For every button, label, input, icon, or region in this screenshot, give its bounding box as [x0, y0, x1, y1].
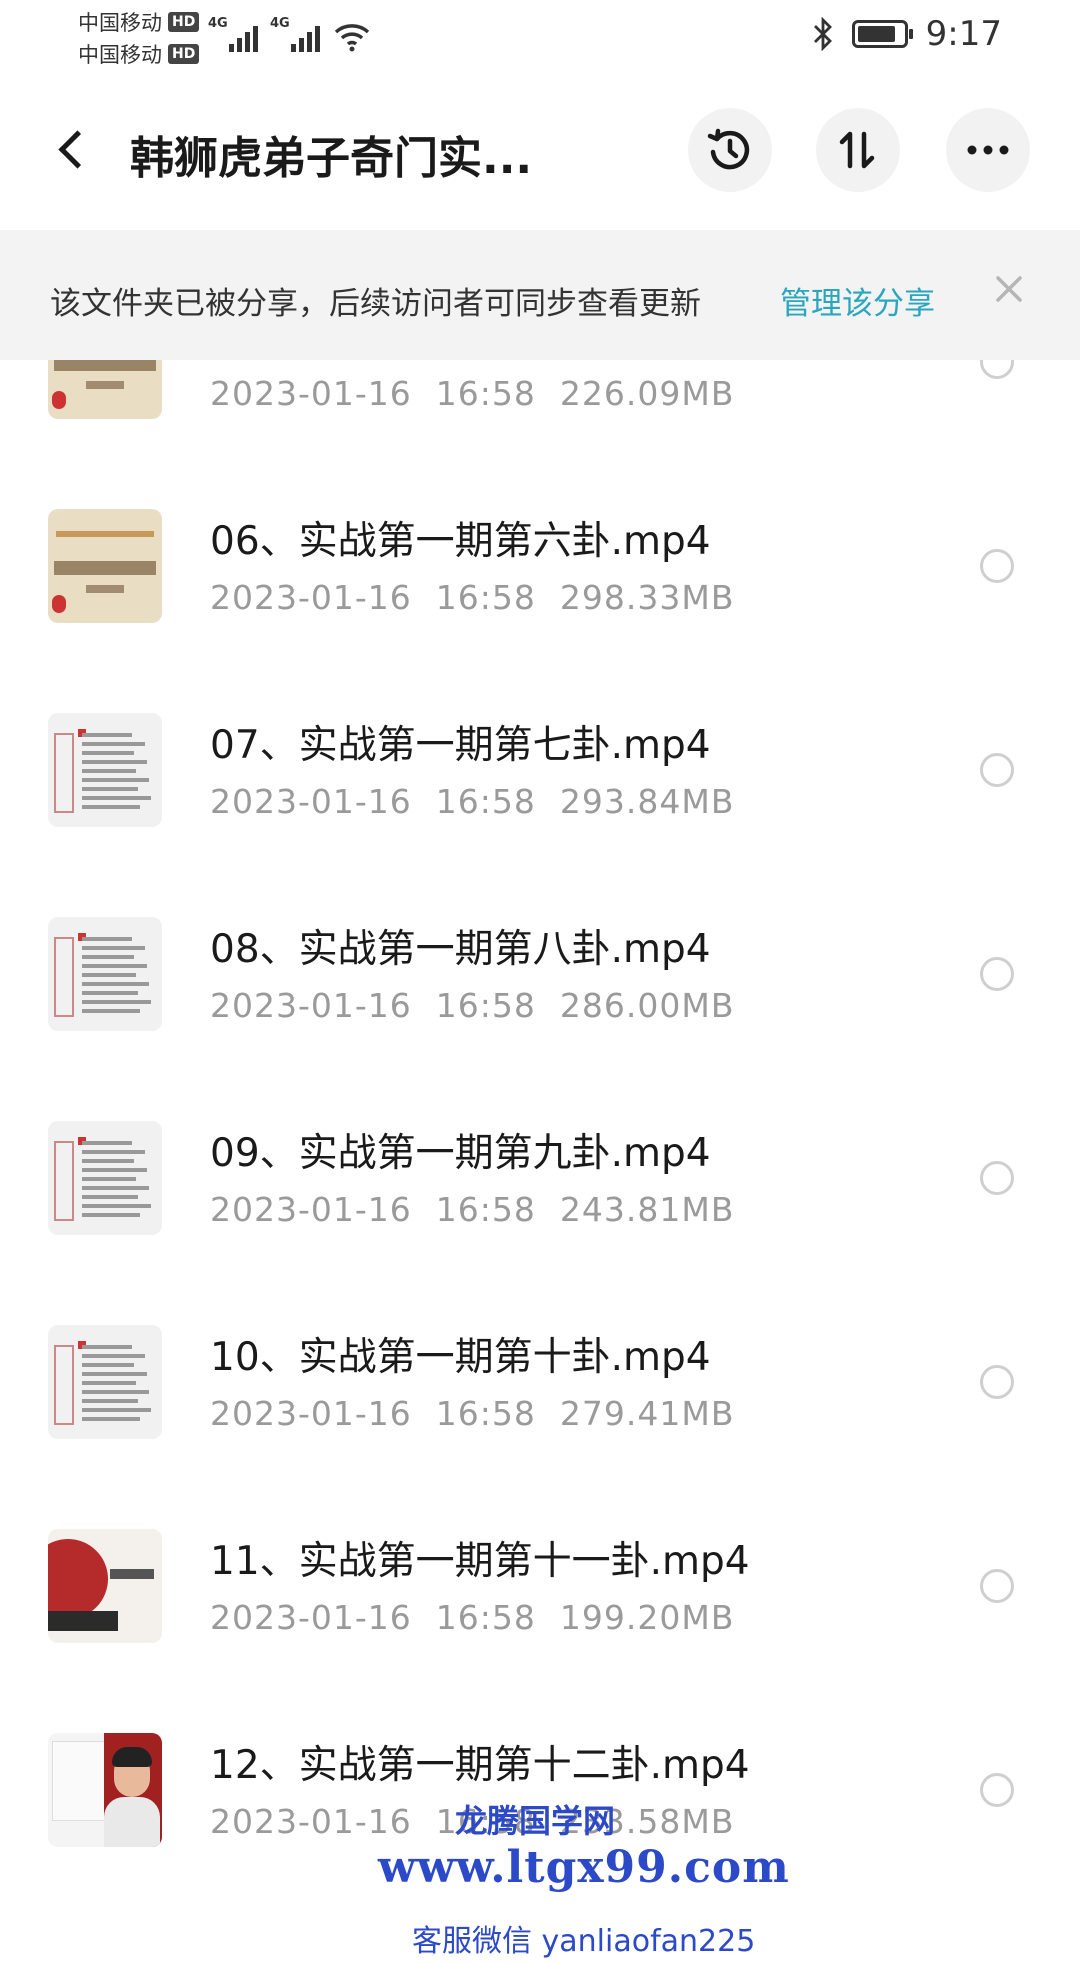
video-thumbnail	[48, 1325, 162, 1439]
file-list: 05、实战第一期第五卦.mp4 2023-01-16 16:58 226.09MB 06…	[0, 360, 1080, 1964]
file-row[interactable]: 06、实战第一期第六卦.mp4 2023-01-16 16:58 298.33MB	[0, 464, 1080, 668]
signal-indicators: 4G 4G	[208, 16, 372, 52]
select-radio[interactable]	[980, 360, 1014, 379]
file-time: 16:58	[435, 578, 536, 617]
file-size: 279.41MB	[559, 1394, 735, 1433]
video-thumbnail	[48, 360, 162, 419]
carrier-name: 中国移动	[78, 43, 162, 67]
file-name: 05、实战第一期第五卦.mp4	[210, 360, 711, 362]
watermark-site-name: 龙腾国学网	[455, 1802, 616, 1840]
video-thumbnail	[48, 917, 162, 1031]
more-icon	[967, 145, 1009, 155]
file-name: 08、实战第一期第八卦.mp4	[210, 927, 711, 972]
carrier-info: 中国移动 HD 中国移动 HD	[78, 6, 200, 70]
watermark: 龙腾国学网 www.ltgx99.com 客服微信 yanliaofan225	[0, 1790, 1080, 1964]
status-bar: 中国移动 HD 中国移动 HD 4G 4G 9:17	[0, 0, 1080, 72]
bluetooth-icon	[813, 17, 832, 51]
more-options-button[interactable]	[946, 108, 1030, 192]
file-size: 298.33MB	[559, 578, 735, 617]
video-thumbnail	[48, 1121, 162, 1235]
file-row[interactable]: 07、实战第一期第七卦.mp4 2023-01-16 16:58 293.84MB	[0, 668, 1080, 872]
file-meta: 2023-01-16 16:58 293.84MB	[210, 782, 734, 821]
carrier-name: 中国移动	[78, 11, 162, 35]
file-row[interactable]: 05、实战第一期第五卦.mp4 2023-01-16 16:58 226.09MB	[0, 360, 1080, 464]
file-size: 226.09MB	[559, 374, 735, 413]
file-name: 09、实战第一期第九卦.mp4	[210, 1131, 711, 1176]
select-radio[interactable]	[980, 1161, 1014, 1195]
file-name: 11、实战第一期第十一卦.mp4	[210, 1539, 750, 1584]
file-meta: 2023-01-16 16:58 279.41MB	[210, 1394, 734, 1433]
sort-button[interactable]	[816, 108, 900, 192]
video-thumbnail	[48, 1529, 162, 1643]
video-thumbnail	[48, 509, 162, 623]
file-name: 06、实战第一期第六卦.mp4	[210, 519, 711, 564]
history-icon	[707, 128, 750, 170]
file-date: 2023-01-16	[210, 782, 412, 821]
file-date: 2023-01-16	[210, 986, 412, 1025]
file-name: 10、实战第一期第十卦.mp4	[210, 1335, 711, 1380]
cellular-signal-icon: 4G	[270, 16, 320, 52]
wifi-icon	[334, 24, 370, 52]
history-button[interactable]	[688, 108, 772, 192]
file-date: 2023-01-16	[210, 1598, 412, 1637]
file-time: 16:58	[435, 782, 536, 821]
manage-share-link[interactable]: 管理该分享	[780, 278, 935, 323]
file-time: 16:58	[435, 986, 536, 1025]
share-banner: 该文件夹已被分享，后续访问者可同步查看更新 管理该分享	[0, 230, 1080, 360]
file-meta: 2023-01-16 16:58 199.20MB	[210, 1598, 734, 1637]
carrier-row-1: 中国移动 HD	[78, 6, 200, 38]
file-size: 286.00MB	[559, 986, 735, 1025]
file-row[interactable]: 09、实战第一期第九卦.mp4 2023-01-16 16:58 243.81MB	[0, 1076, 1080, 1280]
file-time: 16:58	[435, 374, 536, 413]
battery-icon	[851, 20, 913, 48]
watermark-contact: 客服微信 yanliaofan225	[412, 1924, 756, 1959]
select-radio[interactable]	[980, 753, 1014, 787]
select-radio[interactable]	[980, 1569, 1014, 1603]
app-header: 韩狮虎弟子奇门实...	[0, 90, 1080, 210]
page-title: 韩狮虎弟子奇门实...	[130, 133, 533, 184]
video-thumbnail	[48, 713, 162, 827]
file-date: 2023-01-16	[210, 578, 412, 617]
hd-badge: HD	[168, 44, 200, 64]
select-radio[interactable]	[980, 957, 1014, 991]
share-message: 该文件夹已被分享，后续访问者可同步查看更新	[50, 286, 701, 322]
select-radio[interactable]	[980, 549, 1014, 583]
close-icon[interactable]	[994, 274, 1024, 304]
file-time: 16:58	[435, 1598, 536, 1637]
hd-badge: HD	[168, 12, 200, 32]
file-time: 16:58	[435, 1394, 536, 1433]
file-date: 2023-01-16	[210, 374, 412, 413]
file-time: 16:58	[435, 1190, 536, 1229]
file-name: 07、实战第一期第七卦.mp4	[210, 723, 711, 768]
cellular-signal-icon: 4G	[208, 16, 258, 52]
file-meta: 2023-01-16 16:58 286.00MB	[210, 986, 734, 1025]
file-date: 2023-01-16	[210, 1394, 412, 1433]
battery-fill	[857, 26, 895, 42]
back-arrow-icon[interactable]	[50, 120, 94, 180]
file-size: 243.81MB	[559, 1190, 735, 1229]
file-meta: 2023-01-16 16:58 298.33MB	[210, 578, 734, 617]
file-size: 293.84MB	[559, 782, 735, 821]
file-size: 199.20MB	[559, 1598, 735, 1637]
status-right: 9:17	[812, 14, 1002, 54]
file-meta: 2023-01-16 16:58 226.09MB	[210, 374, 734, 413]
select-radio[interactable]	[980, 1365, 1014, 1399]
clock: 9:17	[925, 14, 1002, 54]
sort-icon	[839, 131, 875, 169]
file-row[interactable]: 10、实战第一期第十卦.mp4 2023-01-16 16:58 279.41MB	[0, 1280, 1080, 1484]
file-date: 2023-01-16	[210, 1190, 412, 1229]
file-name: 12、实战第一期第十二卦.mp4	[210, 1743, 750, 1788]
watermark-url: www.ltgx99.com	[378, 1842, 790, 1893]
file-meta: 2023-01-16 16:58 243.81MB	[210, 1190, 734, 1229]
file-row[interactable]: 11、实战第一期第十一卦.mp4 2023-01-16 16:58 199.20MB	[0, 1484, 1080, 1688]
file-row[interactable]: 08、实战第一期第八卦.mp4 2023-01-16 16:58 286.00MB	[0, 872, 1080, 1076]
carrier-row-2: 中国移动 HD	[78, 38, 200, 70]
